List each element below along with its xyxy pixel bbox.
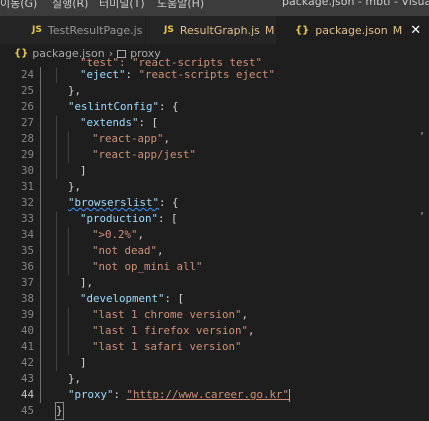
line-number: 27 bbox=[20, 116, 34, 129]
code-line: "last 1 firefox version", bbox=[92, 324, 255, 337]
code-line: "not dead", bbox=[92, 244, 164, 257]
line-number: 41 bbox=[20, 340, 34, 353]
code-line: "browserslist": { bbox=[68, 196, 179, 209]
line-number-current: 44 bbox=[20, 388, 34, 401]
indent-guide bbox=[68, 227, 69, 275]
indent-guide bbox=[56, 67, 57, 83]
window-title: package.json - mbti - Visual Studi bbox=[282, 0, 429, 8]
tab-package-json[interactable]: {} package.json M ✕ bbox=[277, 16, 429, 44]
menu-terminal[interactable]: 터미널(T) bbox=[99, 0, 145, 11]
code-line: "production": [ bbox=[80, 212, 178, 225]
line-number: 30 bbox=[20, 164, 34, 177]
tab-label: TestResultPage.js bbox=[47, 23, 143, 37]
line-number: 37 bbox=[20, 276, 34, 289]
indent-guide bbox=[56, 211, 57, 371]
code-line-current: "proxy": "http://www.career.go.kr" bbox=[68, 388, 291, 402]
code-line: "not op_mini all" bbox=[92, 260, 203, 273]
code-line: "react-app", bbox=[92, 132, 171, 145]
line-number: 33 bbox=[20, 212, 34, 225]
code-line: "last 1 chrome version", bbox=[92, 308, 249, 321]
line-number: 24 bbox=[20, 68, 34, 81]
code-line: }, bbox=[68, 180, 82, 193]
matched-bracket: } bbox=[55, 402, 64, 420]
tab-label: package.json bbox=[315, 23, 388, 37]
code-line: "eslintConfig": { bbox=[68, 100, 179, 113]
code-line: ">0.2%", bbox=[92, 228, 145, 241]
code-line: }, bbox=[68, 372, 82, 385]
json-file-icon: {} bbox=[295, 24, 310, 36]
menu-run[interactable]: 실행(R) bbox=[52, 0, 88, 11]
json-file-icon: {} bbox=[14, 48, 29, 59]
code-line: }, bbox=[68, 84, 82, 97]
code-editor[interactable]: "test": "react-scripts test" 24 25 26 27… bbox=[0, 56, 429, 421]
line-number: 32 bbox=[20, 196, 34, 209]
overflow-marker: ' bbox=[418, 131, 425, 142]
line-number: 45 bbox=[20, 404, 34, 417]
code-line: } bbox=[55, 402, 64, 420]
tab-result-graph[interactable]: JS ResultGraph.js M bbox=[146, 16, 277, 44]
indent-guide bbox=[56, 115, 57, 179]
text-cursor bbox=[289, 388, 291, 402]
indent-guide bbox=[68, 307, 69, 355]
code-line: "react-app/jest" bbox=[92, 148, 197, 161]
code-line: "eject": "react-scripts eject" bbox=[80, 68, 276, 81]
line-number: 39 bbox=[20, 308, 34, 321]
code-line: ], bbox=[80, 276, 94, 289]
line-number: 28 bbox=[20, 132, 34, 145]
line-number: 31 bbox=[20, 180, 34, 193]
modified-indicator: M bbox=[392, 23, 403, 37]
menu-go[interactable]: 이동(G) bbox=[0, 0, 37, 11]
code-line: "extends": [ bbox=[80, 116, 159, 129]
code-line: ] bbox=[80, 356, 87, 369]
line-number: 35 bbox=[20, 244, 34, 257]
menu-help[interactable]: 도움말(H) bbox=[157, 0, 204, 11]
tab-label: ResultGraph.js bbox=[179, 23, 260, 37]
line-number: 25 bbox=[20, 84, 34, 97]
line-number: 36 bbox=[20, 260, 34, 273]
overflow-marker: ' bbox=[418, 211, 425, 222]
javascript-file-icon: JS bbox=[32, 25, 42, 35]
javascript-file-icon: JS bbox=[164, 25, 174, 35]
tab-test-result-page[interactable]: JS TestResultPage.js bbox=[0, 16, 146, 44]
modified-indicator: M bbox=[264, 23, 275, 37]
close-icon[interactable]: ✕ bbox=[410, 23, 421, 38]
editor-tab-bar: JS TestResultPage.js JS ResultGraph.js M… bbox=[0, 16, 429, 44]
line-number: 34 bbox=[20, 228, 34, 241]
line-number: 42 bbox=[20, 356, 34, 369]
code-line: "development": [ bbox=[80, 292, 185, 305]
proxy-url[interactable]: "http://www.career.go.kr" bbox=[127, 388, 290, 401]
menu-bar: 이동(G) 실행(R) 터미널(T) 도움말(H) package.json -… bbox=[0, 0, 429, 16]
indent-guide-active bbox=[40, 67, 41, 403]
line-number: 40 bbox=[20, 324, 34, 337]
line-number: 29 bbox=[20, 148, 34, 161]
line-number: 38 bbox=[20, 292, 34, 305]
code-line: "last 1 safari version" bbox=[92, 340, 242, 353]
code-line: ] bbox=[80, 164, 87, 177]
indent-guide bbox=[68, 131, 69, 163]
line-number: 26 bbox=[20, 100, 34, 113]
line-number: 43 bbox=[20, 372, 34, 385]
